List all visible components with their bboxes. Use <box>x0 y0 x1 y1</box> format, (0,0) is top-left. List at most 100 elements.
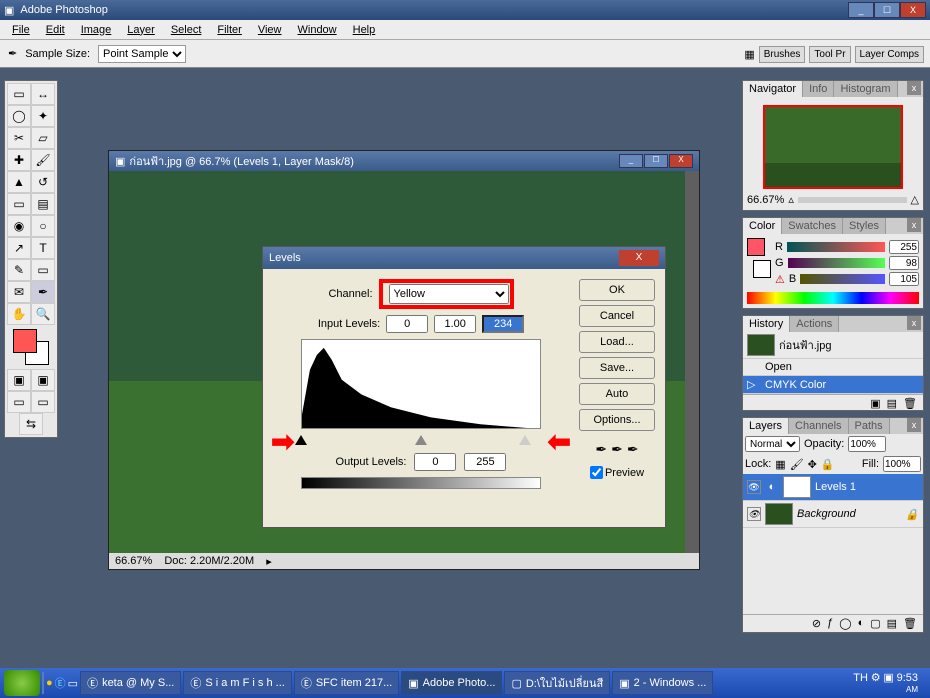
zoom-in-icon[interactable]: △ <box>911 193 919 206</box>
tray-icon[interactable]: ⚙ <box>871 672 881 684</box>
tool-blur[interactable]: ◉ <box>7 215 31 237</box>
taskbar-item[interactable]: ▣2 - Windows ... <box>612 671 713 695</box>
channel-select[interactable]: Yellow <box>389 284 509 304</box>
tab-styles[interactable]: Styles <box>843 218 886 234</box>
start-button[interactable] <box>4 670 40 696</box>
adjustment-new-icon[interactable]: ◐ <box>858 617 865 630</box>
panel-close-button[interactable]: x <box>907 218 921 232</box>
visibility-toggle[interactable]: 👁 <box>747 480 761 494</box>
visibility-toggle[interactable]: 👁 <box>747 507 761 521</box>
levels-close-button[interactable]: X <box>619 250 659 266</box>
white-point-handle[interactable] <box>519 435 531 445</box>
quick-launch-icon[interactable]: ▭ <box>68 677 78 690</box>
history-step[interactable]: ▷CMYK Color <box>743 376 923 394</box>
menu-file[interactable]: File <box>4 22 38 38</box>
tool-history-brush[interactable]: ↺ <box>31 171 55 193</box>
cancel-button[interactable]: Cancel <box>579 305 655 327</box>
opacity-field[interactable] <box>848 436 886 452</box>
b-value[interactable] <box>889 272 919 286</box>
input-white-field[interactable] <box>482 315 524 333</box>
palette-tab-layer-comps[interactable]: Layer Comps <box>855 46 924 63</box>
taskbar-item[interactable]: ▣Adobe Photo... <box>401 671 502 695</box>
new-snapshot-icon[interactable]: ▣ <box>870 397 880 408</box>
doc-close-button[interactable]: X <box>669 154 693 168</box>
tab-histogram[interactable]: Histogram <box>834 81 897 97</box>
history-step[interactable]: Open <box>743 359 923 376</box>
b-slider[interactable] <box>800 274 885 284</box>
tab-navigator[interactable]: Navigator <box>743 81 803 97</box>
doc-minimize-button[interactable]: _ <box>619 154 643 168</box>
navigator-thumbnail[interactable] <box>763 105 903 189</box>
tool-eraser[interactable]: ▭ <box>7 193 31 215</box>
gamma-handle[interactable] <box>415 435 427 445</box>
taskbar-item[interactable]: ▢D:\ใบไม้เปลี่ยนสี <box>504 671 610 695</box>
lock-move-icon[interactable]: ✥ <box>808 458 817 471</box>
tray-icon[interactable]: ▣ <box>883 672 893 684</box>
status-arrow-icon[interactable]: ▸ <box>266 555 272 568</box>
auto-button[interactable]: Auto <box>579 383 655 405</box>
zoom-slider[interactable] <box>798 197 907 203</box>
output-gradient[interactable] <box>301 477 541 489</box>
tool-marquee[interactable]: ▭ <box>7 83 31 105</box>
ok-button[interactable]: OK <box>579 279 655 301</box>
preview-checkbox[interactable]: Preview <box>590 466 644 479</box>
menu-edit[interactable]: Edit <box>38 22 73 38</box>
white-eyedropper-icon[interactable]: ✒ <box>627 441 639 458</box>
gray-eyedropper-icon[interactable]: ✒ <box>611 441 623 458</box>
tab-channels[interactable]: Channels <box>789 418 848 434</box>
tool-move[interactable]: ↔ <box>31 83 55 105</box>
tab-layers[interactable]: Layers <box>743 418 789 434</box>
history-snapshot[interactable]: ก่อนฟ้า.jpg <box>743 332 923 359</box>
tab-color[interactable]: Color <box>743 218 782 234</box>
tool-gradient[interactable]: ▤ <box>31 193 55 215</box>
tab-actions[interactable]: Actions <box>790 316 839 332</box>
group-icon[interactable]: ▢ <box>870 617 880 630</box>
window-minimize-button[interactable]: _ <box>848 2 874 18</box>
panel-close-button[interactable]: x <box>907 316 921 330</box>
layer-row[interactable]: 👁 ◐ Levels 1 <box>743 474 923 501</box>
sample-size-select[interactable]: Point Sample <box>98 45 186 63</box>
screen-full[interactable]: ▭ <box>31 391 55 413</box>
menu-filter[interactable]: Filter <box>209 22 249 38</box>
trash-icon[interactable]: 🗑 <box>903 397 917 408</box>
doc-maximize-button[interactable]: ☐ <box>644 154 668 168</box>
lock-trans-icon[interactable]: ▦ <box>775 458 785 471</box>
menu-view[interactable]: View <box>250 22 290 38</box>
r-value[interactable] <box>889 240 919 254</box>
tab-swatches[interactable]: Swatches <box>782 218 843 234</box>
taskbar-item[interactable]: Ⓔketa @ My S... <box>80 671 181 695</box>
mode-quickmask[interactable]: ▣ <box>31 369 55 391</box>
menu-image[interactable]: Image <box>73 22 120 38</box>
palette-tab-tool-presets[interactable]: Tool Pr <box>809 46 850 63</box>
r-slider[interactable] <box>787 242 885 252</box>
lang-indicator[interactable]: TH <box>853 672 868 684</box>
g-value[interactable] <box>889 256 919 270</box>
trash-icon[interactable]: 🗑 <box>903 617 917 630</box>
tool-slice[interactable]: ▱ <box>31 127 55 149</box>
quick-launch-icon[interactable]: ● <box>46 677 53 689</box>
tool-eyedropper[interactable]: ✒ <box>31 281 55 303</box>
tab-paths[interactable]: Paths <box>849 418 890 434</box>
new-layer-icon[interactable]: ▤ <box>887 617 897 630</box>
tool-notes[interactable]: ✉ <box>7 281 31 303</box>
window-maximize-button[interactable]: ☐ <box>874 2 900 18</box>
lock-all-icon[interactable]: 🔒 <box>821 458 835 471</box>
system-tray[interactable]: TH ⚙ ▣ 9:53 AM <box>845 671 926 695</box>
input-black-field[interactable] <box>386 315 428 333</box>
tool-shape[interactable]: ▭ <box>31 259 55 281</box>
tool-hand[interactable]: ✋ <box>7 303 31 325</box>
new-doc-icon[interactable]: ▤ <box>887 397 897 408</box>
black-eyedropper-icon[interactable]: ✒ <box>595 441 607 458</box>
color-swatch[interactable] <box>13 329 49 365</box>
tool-type[interactable]: T <box>31 237 55 259</box>
palette-tab-brushes[interactable]: Brushes <box>759 46 806 63</box>
tool-crop[interactable]: ✂ <box>7 127 31 149</box>
tool-wand[interactable]: ✦ <box>31 105 55 127</box>
taskbar-item[interactable]: ⒺS i a m F i s h ... <box>183 671 291 695</box>
tab-info[interactable]: Info <box>803 81 834 97</box>
mode-standard[interactable]: ▣ <box>7 369 31 391</box>
tool-brush[interactable]: 🖌 <box>31 149 55 171</box>
blend-mode-select[interactable]: Normal <box>745 436 800 452</box>
menu-select[interactable]: Select <box>163 22 210 38</box>
status-zoom[interactable]: 66.67% <box>115 555 152 567</box>
